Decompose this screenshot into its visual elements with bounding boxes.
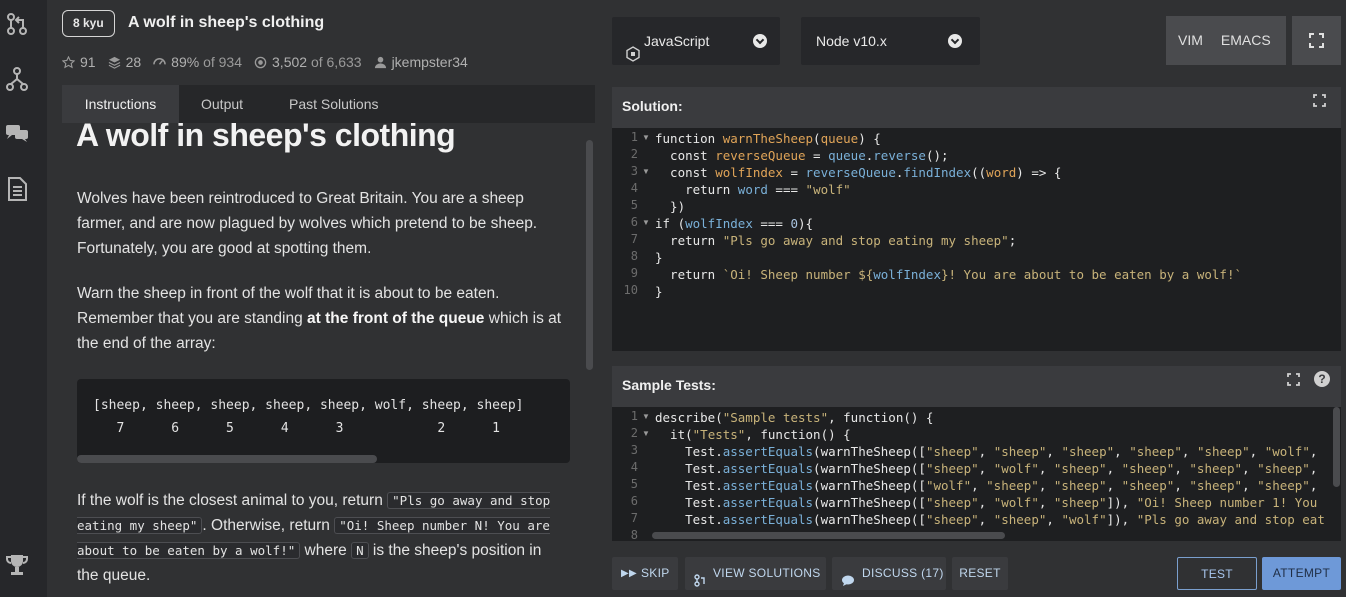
discussion-icon[interactable]	[4, 120, 30, 146]
description-heading: A wolf in sheep's clothing	[76, 123, 456, 153]
solution-pane: Solution: 1 2 3 4 5 6 7 8 9 10 ▼ ▼ ▼ fun…	[612, 87, 1341, 351]
code-line: Test.assertEquals(warnTheSheep(["sheep",…	[655, 512, 1325, 527]
code-line: }	[655, 250, 663, 265]
discuss-button[interactable]: DISCUSS (17)	[832, 557, 946, 590]
code-line: Test.assertEquals(warnTheSheep(["wolf", …	[655, 478, 1318, 493]
fold-arrow-icon[interactable]: ▼	[642, 133, 650, 142]
fold-arrow-icon[interactable]: ▼	[642, 412, 650, 421]
sample-tests-title: Sample Tests:	[622, 377, 716, 393]
keymap-toggle: VIM EMACS	[1166, 16, 1286, 65]
trophy-icon[interactable]	[4, 552, 30, 578]
satisfaction-stat: 89% of 934	[153, 54, 242, 70]
code-line: return "Pls go away and stop eating my s…	[655, 233, 1017, 248]
reset-button[interactable]: RESET	[952, 557, 1008, 590]
code-horizontal-scrollbar[interactable]	[77, 455, 377, 463]
javascript-icon	[626, 33, 640, 62]
solutions-icon	[694, 567, 707, 597]
description-scrollbar[interactable]	[586, 140, 593, 370]
code-line: function warnTheSheep(queue) {	[655, 131, 881, 146]
tab-output[interactable]: Output	[201, 85, 243, 123]
stars-stat[interactable]: 91	[62, 54, 96, 70]
chevron-down-icon	[753, 34, 767, 48]
example-code: [sheep, sheep, sheep, sheep, sheep, wolf…	[93, 398, 570, 436]
tab-instructions[interactable]: Instructions	[62, 85, 179, 123]
vim-mode-button[interactable]: VIM	[1178, 16, 1203, 65]
solution-editor[interactable]: 1 2 3 4 5 6 7 8 9 10 ▼ ▼ ▼ function warn…	[612, 128, 1341, 351]
stack-icon	[108, 56, 121, 69]
code-line: })	[655, 199, 686, 214]
code-line: return word === "wolf"	[655, 182, 851, 197]
sample-tests-editor[interactable]: 1 2 3 4 5 6 7 8 ▼ ▼ describe("Sample tes…	[612, 407, 1341, 541]
tests-horizontal-scrollbar[interactable]	[652, 532, 1005, 539]
kyu-rank-badge: 8 kyu	[62, 10, 115, 37]
expand-icon	[1309, 33, 1324, 48]
version-label: Node v10.x	[816, 33, 887, 49]
language-select[interactable]: JavaScript	[612, 17, 780, 65]
description-panel: A wolf in sheep's clothing Wolves have b…	[62, 123, 595, 585]
code-line: const reverseQueue = queue.reverse();	[655, 148, 949, 163]
description-paragraph-1: Wolves have been reintroduced to Great B…	[77, 190, 538, 257]
author-stat[interactable]: jkempster34	[374, 54, 468, 70]
code-line: describe("Sample tests", function() {	[655, 410, 934, 425]
code-line: Test.assertEquals(warnTheSheep(["sheep",…	[655, 495, 1318, 510]
expand-icon[interactable]	[1287, 373, 1300, 386]
fold-arrow-icon[interactable]: ▼	[642, 218, 650, 227]
test-button[interactable]: TEST	[1177, 557, 1257, 590]
kata-stats: 91 28 89% of 934 3,502 of 6,633 jkempste…	[62, 54, 480, 70]
tests-vertical-scrollbar[interactable]	[1333, 407, 1340, 487]
code-line: it("Tests", function() {	[655, 427, 851, 442]
version-select[interactable]: Node v10.x	[801, 17, 980, 65]
left-nav-rail	[0, 0, 47, 597]
star-icon	[62, 55, 75, 69]
tab-past-solutions[interactable]: Past Solutions	[289, 85, 379, 123]
code-line: Test.assertEquals(warnTheSheep(["sheep",…	[655, 461, 1318, 476]
sample-tests-pane: Sample Tests: ? 1 2 3 4 5 6 7 8 ▼ ▼ desc…	[612, 366, 1341, 541]
skip-button[interactable]: ▶▶ SKIP	[612, 557, 678, 590]
collections-stat[interactable]: 28	[108, 54, 141, 70]
code-line: if (wolfIndex === 0){	[655, 216, 814, 231]
description-tabs: Instructions Output Past Solutions	[62, 85, 595, 123]
chat-icon	[841, 567, 855, 597]
fullscreen-button[interactable]	[1292, 16, 1341, 65]
satisfaction-icon	[153, 56, 166, 69]
target-icon	[254, 56, 267, 69]
code-line: const wolfIndex = reverseQueue.findIndex…	[655, 165, 1062, 180]
view-solutions-button[interactable]: VIEW SOLUTIONS	[685, 557, 826, 590]
pull-request-icon[interactable]	[4, 11, 30, 37]
emacs-mode-button[interactable]: EMACS	[1221, 16, 1271, 65]
solution-title: Solution:	[622, 98, 683, 114]
user-icon	[374, 56, 387, 69]
description-paragraph-3: If the wolf is the closest animal to you…	[77, 492, 551, 584]
attempt-button[interactable]: ATTEMPT	[1262, 557, 1341, 590]
document-icon[interactable]	[4, 176, 30, 202]
fast-forward-icon: ▶▶	[621, 568, 637, 579]
language-label: JavaScript	[644, 33, 710, 49]
kata-title: A wolf in sheep's clothing	[128, 14, 325, 31]
expand-icon[interactable]	[1313, 94, 1326, 107]
fold-arrow-icon[interactable]: ▼	[642, 429, 650, 438]
fold-arrow-icon[interactable]: ▼	[642, 167, 650, 176]
code-line: return `Oi! Sheep number ${wolfIndex}! Y…	[655, 267, 1243, 282]
completed-stat: 3,502 of 6,633	[254, 54, 362, 70]
fork-icon[interactable]	[4, 66, 30, 92]
description-paragraph-2: Warn the sheep in front of the wolf that…	[77, 285, 562, 352]
code-line: Test.assertEquals(warnTheSheep(["sheep",…	[655, 444, 1318, 459]
example-code-block: [sheep, sheep, sheep, sheep, sheep, wolf…	[77, 379, 570, 463]
chevron-down-icon	[948, 34, 962, 48]
help-icon[interactable]: ?	[1314, 371, 1330, 387]
code-line: }	[655, 284, 663, 299]
